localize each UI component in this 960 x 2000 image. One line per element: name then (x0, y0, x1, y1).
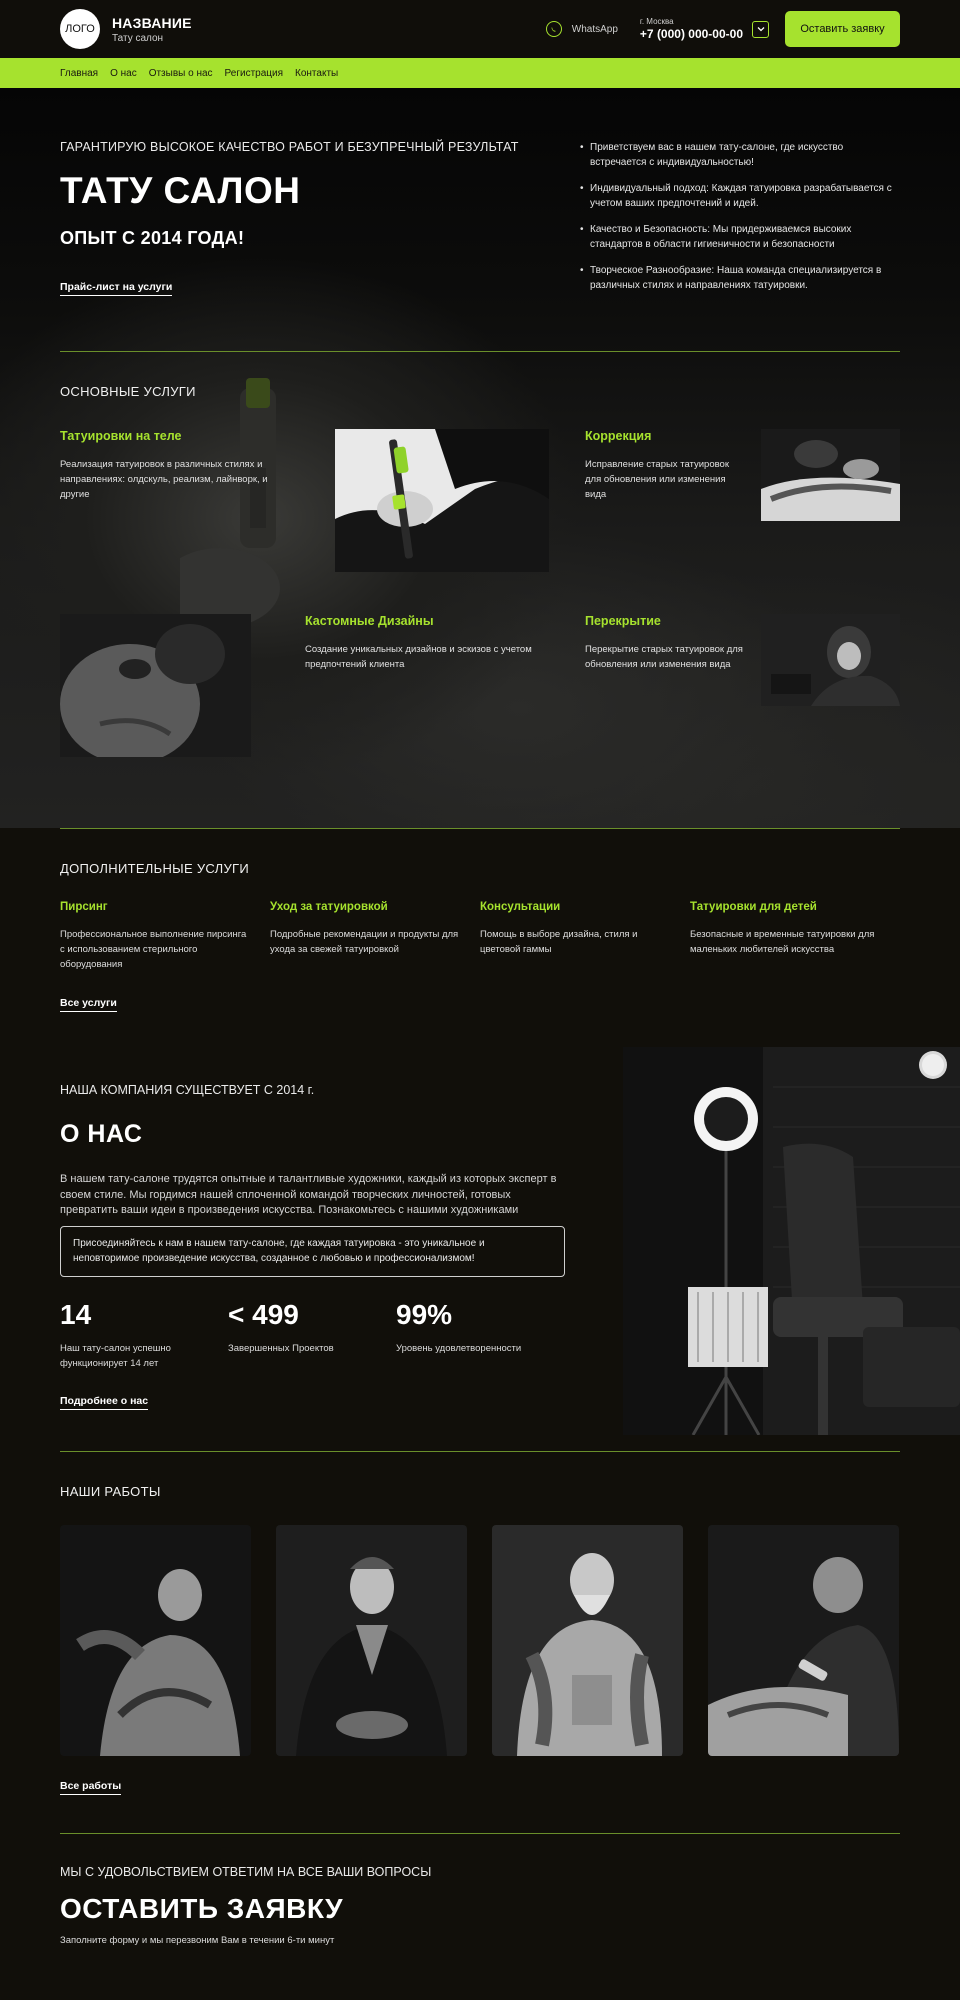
hero-bullet: • Приветствуем вас в нашем тату-салоне, г… (580, 142, 844, 168)
additional-services-title: ДОПОЛНИТЕЛЬНЫЕ УСЛУГИ (60, 861, 250, 876)
nav-item-about[interactable]: О нас (110, 68, 137, 79)
request-form-section: МЫ С УДОВОЛЬСТВИЕМ ОТВЕТИМ НА ВСЕ ВАШИ В… (0, 1833, 960, 1946)
brand: НАЗВАНИЕ Тату салон (112, 15, 192, 44)
service-image-body-tattoo (335, 429, 549, 572)
service-card-correction[interactable]: Коррекция Исправление старых татуировок … (585, 429, 745, 502)
about-text: В нашем тату-салоне трудятся опытные и т… (60, 1173, 557, 1216)
nav-item-contacts[interactable]: Контакты (295, 68, 338, 79)
about-studio-image (623, 1047, 960, 1435)
additional-service-title: Пирсинг (60, 901, 108, 913)
service-image-correction (761, 429, 900, 521)
main-services-grid: Татуировки на теле Реализация татуировок… (60, 429, 900, 769)
stat-satisfaction: 99% Уровень удовлетворенности (396, 1299, 564, 1372)
additional-service-kids[interactable]: Татуировки для детей Безопасные и времен… (690, 901, 900, 972)
service-title: Коррекция (585, 429, 652, 443)
service-image-cover-up (761, 614, 900, 706)
works-title: НАШИ РАБОТЫ (60, 1484, 161, 1499)
service-card-custom-designs[interactable]: Кастомные Дизайны Создание уникальных ди… (305, 614, 565, 672)
nav-item-home[interactable]: Главная (60, 68, 98, 79)
additional-service-text: Подробные рекомендации и продукты для ух… (270, 929, 459, 955)
work-image[interactable] (276, 1525, 467, 1756)
whatsapp-label: WhatsApp (571, 23, 618, 35)
request-button[interactable]: Оставить заявку (785, 11, 900, 47)
additional-service-consultations[interactable]: Консультации Помощь в выборе дизайна, ст… (480, 901, 690, 972)
form-subtitle: Заполните форму и мы перезвоним Вам в те… (60, 1935, 335, 1946)
service-text: Исправление старых татуировок для обновл… (585, 459, 729, 500)
contact-block: г. Москва +7 (000) 000-00-00 (640, 17, 743, 41)
service-title: Кастомные Дизайны (305, 614, 434, 628)
city-label: г. Москва (639, 17, 674, 26)
brand-name: НАЗВАНИЕ (112, 14, 192, 31)
about-kicker: НАША КОМПАНИЯ СУЩЕСТВУЕТ С 2014 г. (60, 1083, 315, 1097)
main-services-title: ОСНОВНЫЕ УСЛУГИ (60, 384, 196, 399)
about-section: НАША КОМПАНИЯ СУЩЕСТВУЕТ С 2014 г. О НАС… (60, 1047, 960, 1451)
about-more-link[interactable]: Подробнее о нас (60, 1395, 149, 1410)
additional-service-text: Помощь в выборе дизайна, стиля и цветово… (480, 929, 638, 955)
hero-bullet: • Качество и Безопасность: Мы придерживае… (580, 224, 852, 250)
additional-services-section: ДОПОЛНИТЕЛЬНЫЕ УСЛУГИ Пирсинг Профессион… (0, 828, 960, 1012)
brand-subtitle: Тату салон (112, 32, 164, 44)
service-image-custom-designs (60, 614, 251, 757)
service-text: Создание уникальных дизайнов и эскизов с… (305, 644, 532, 670)
form-kicker: МЫ С УДОВОЛЬСТВИЕМ ОТВЕТИМ НА ВСЕ ВАШИ В… (60, 1865, 432, 1879)
additional-service-aftercare[interactable]: Уход за татуировкой Подробные рекомендац… (270, 901, 480, 972)
hero-title: ТАТУ САЛОН (60, 170, 301, 211)
stat-years: 14 Наш тату-салон успешно функционирует … (60, 1299, 228, 1372)
stat-number: 99% (396, 1298, 453, 1330)
hero-bullet: • Творческое Разнообразие: Наша команда с… (580, 265, 882, 291)
additional-service-text: Профессиональное выполнение пирсинга с и… (60, 929, 247, 970)
divider (60, 828, 900, 829)
main-nav: Главная О нас Отзывы о нас Регистрация К… (0, 58, 960, 88)
additional-service-piercing[interactable]: Пирсинг Профессиональное выполнение пирс… (60, 901, 270, 972)
service-text: Перекрытие старых татуировок для обновле… (585, 644, 743, 670)
whatsapp-link[interactable]: WhatsApp (545, 21, 618, 37)
nav-item-registration[interactable]: Регистрация (225, 68, 283, 79)
stats-row: 14 Наш тату-салон успешно функционирует … (60, 1299, 565, 1372)
all-services-link[interactable]: Все услуги (60, 997, 117, 1012)
work-image[interactable] (60, 1525, 251, 1756)
stat-label: Наш тату-салон успешно функционирует 14 … (60, 1342, 171, 1370)
hero-bullet: • Индивидуальный подход: Каждая татуировк… (580, 183, 892, 209)
additional-service-text: Безопасные и временные татуировки для ма… (690, 929, 875, 955)
additional-service-title: Уход за татуировкой (270, 901, 388, 913)
additional-service-title: Татуировки для детей (690, 901, 817, 913)
stat-label: Уровень удовлетворенности (396, 1342, 522, 1354)
about-highlight-box: Присоединяйтесь к нам в нашем тату-салон… (60, 1225, 565, 1277)
hero-kicker: ГАРАНТИРУЮ ВЫСОКОЕ КАЧЕСТВО РАБОТ И БЕЗУ… (60, 140, 519, 154)
chevron-down-icon (757, 27, 764, 32)
whatsapp-icon (545, 21, 562, 37)
stat-number: < 499 (228, 1298, 299, 1330)
divider (60, 351, 900, 352)
about-title: О НАС (60, 1120, 143, 1148)
service-title: Перекрытие (585, 614, 661, 628)
service-card-cover-up[interactable]: Перекрытие Перекрытие старых татуировок … (585, 614, 745, 672)
service-text: Реализация татуировок в различных стилях… (60, 459, 268, 500)
site-header: ЛОГО НАЗВАНИЕ Тату салон WhatsApp г. Мос… (0, 0, 960, 58)
works-gallery (60, 1525, 900, 1756)
work-image[interactable] (492, 1525, 683, 1756)
hero-subtitle: ОПЫТ С 2014 ГОДА! (60, 228, 245, 248)
stat-label: Завершенных Проектов (228, 1342, 334, 1354)
divider (60, 1451, 900, 1452)
works-section: НАШИ РАБОТЫ Все работы (0, 1451, 960, 1795)
service-card-body-tattoo[interactable]: Татуировки на теле Реализация татуировок… (60, 429, 290, 502)
divider (60, 1833, 900, 1834)
hero-bullets: • Приветствуем вас в нашем тату-салоне, г… (580, 140, 900, 304)
all-works-link[interactable]: Все работы (60, 1780, 122, 1795)
service-title: Татуировки на теле (60, 429, 182, 443)
hero-section: ГАРАНТИРУЮ ВЫСОКОЕ КАЧЕСТВО РАБОТ И БЕЗУ… (0, 88, 960, 828)
phone-number[interactable]: +7 (000) 000-00-00 (640, 27, 743, 41)
logo[interactable]: ЛОГО (60, 9, 100, 49)
nav-item-reviews[interactable]: Отзывы о нас (149, 68, 213, 79)
stat-projects: < 499 Завершенных Проектов (228, 1299, 396, 1372)
form-title: ОСТАВИТЬ ЗАЯВКУ (60, 1893, 344, 1924)
additional-service-title: Консультации (480, 901, 561, 913)
stat-number: 14 (60, 1298, 92, 1330)
price-list-link[interactable]: Прайс-лист на услуги (60, 281, 173, 296)
contacts-dropdown-button[interactable] (752, 20, 769, 38)
work-image[interactable] (708, 1525, 899, 1756)
